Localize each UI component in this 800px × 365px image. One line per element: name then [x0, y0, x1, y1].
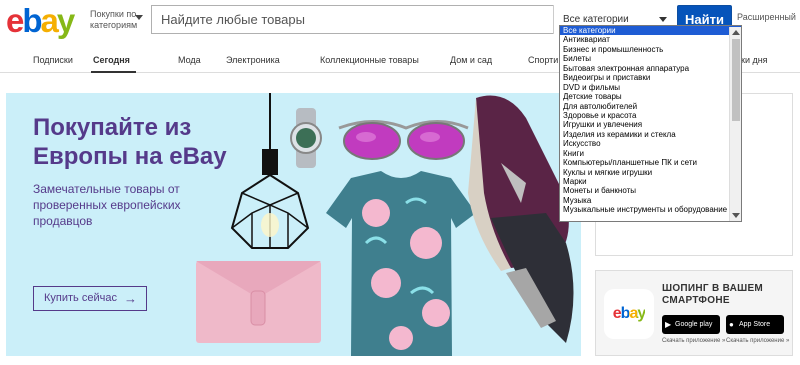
category-dropdown-list: Все категории Антиквариат Бизнес и промы…: [559, 25, 742, 222]
app-store-badge[interactable]: ● App Store: [726, 315, 784, 334]
shop-now-label: Купить сейчас: [44, 292, 117, 304]
dropdown-option[interactable]: Куклы и мягкие игрушки: [560, 168, 741, 177]
google-play-label: Google play: [675, 321, 713, 328]
search-input[interactable]: [152, 6, 552, 33]
play-icon: ▶: [665, 320, 672, 329]
dropdown-option[interactable]: Для автолюбителей: [560, 102, 741, 111]
shop-now-button[interactable]: Купить сейчас →: [33, 286, 147, 311]
nav-item-deals[interactable]: ки дня: [741, 55, 768, 65]
category-select-value: Все категории: [563, 14, 629, 25]
scrollbar-thumb[interactable]: [732, 39, 740, 121]
shop-by-category[interactable]: Покупки по категориям: [90, 9, 145, 31]
nav-item-collectibles[interactable]: Коллекционные товары: [320, 55, 419, 65]
app-store-caption[interactable]: Скачать приложение »: [726, 338, 789, 344]
dropdown-scrollbar[interactable]: [729, 27, 741, 221]
hero-banner[interactable]: Покупайте из Европы на eBay Замечательны…: [6, 93, 581, 356]
logo-letter-b: b: [22, 2, 42, 39]
dropdown-option[interactable]: Компьютеры/планшетные ПК и сети: [560, 158, 741, 167]
arrow-right-icon: →: [124, 291, 137, 306]
logo-letter-y: y: [56, 2, 75, 39]
dropdown-option[interactable]: Музыкальные инструменты и оборудование: [560, 205, 741, 214]
scroll-down-icon[interactable]: [732, 213, 740, 218]
app-promo-title: ШОПИНГ В ВАШЕМ СМАРТФОНЕ: [662, 283, 764, 306]
dropdown-option[interactable]: DVD и фильмы: [560, 83, 741, 92]
dropdown-option[interactable]: Билеты: [560, 54, 741, 63]
dropdown-option[interactable]: Бытовая электронная аппаратура: [560, 64, 741, 73]
nav-item-fashion[interactable]: Мода: [178, 55, 201, 65]
dropdown-option[interactable]: Все категории: [560, 26, 741, 36]
app-promo-banner[interactable]: ebay ШОПИНГ В ВАШЕМ СМАРТФОНЕ ▶ Google p…: [595, 270, 793, 356]
nav-item-electronics[interactable]: Электроника: [226, 55, 280, 65]
logo-letter-a: a: [40, 2, 59, 39]
google-play-caption[interactable]: Скачать приложение »: [662, 338, 725, 344]
dropdown-option[interactable]: Изделия из керамики и стекла: [560, 130, 741, 139]
chevron-down-icon: [659, 17, 667, 22]
nav-item-today[interactable]: Сегодня: [93, 55, 130, 65]
dropdown-option[interactable]: Антиквариат: [560, 35, 741, 44]
logo-letter-e: e: [6, 2, 24, 39]
apple-icon: ●: [729, 320, 734, 329]
sneakers-image: [468, 95, 574, 343]
sunglasses-image: [338, 120, 469, 160]
nav-item-home-garden[interactable]: Дом и сад: [450, 55, 492, 65]
dropdown-option[interactable]: Книги: [560, 149, 741, 158]
dropdown-option[interactable]: Игрушки и увлечения: [560, 120, 741, 129]
app-logo-text: ebay: [612, 305, 646, 322]
dropdown-option[interactable]: Видеоигры и приставки: [560, 73, 741, 82]
dropdown-option[interactable]: Монеты и банкноты: [560, 186, 741, 195]
app-store-label: App Store: [739, 321, 771, 328]
shop-by-line2: категориям: [90, 20, 138, 30]
dropdown-option[interactable]: Музыка: [560, 196, 741, 205]
nav-item-sport[interactable]: Спортив: [528, 55, 563, 65]
dropdown-option[interactable]: Искусство: [560, 139, 741, 148]
dropdown-option[interactable]: Детские товары: [560, 92, 741, 101]
dropdown-option[interactable]: Марки: [560, 177, 741, 186]
tshirt-image: [326, 171, 476, 356]
clutch-bag-image: [196, 261, 321, 343]
chevron-down-icon: [135, 15, 143, 20]
lamp-image: [230, 93, 310, 249]
nav-active-indicator: [91, 71, 136, 73]
watch-image: [290, 108, 322, 168]
advanced-search-link[interactable]: Расширенный: [737, 12, 796, 22]
ebay-app-icon: ebay: [604, 289, 654, 339]
google-play-badge[interactable]: ▶ Google play: [662, 315, 720, 334]
hero-subtitle: Замечательные товары от проверенных евро…: [33, 182, 181, 228]
dropdown-option[interactable]: Бизнес и промышленность: [560, 45, 741, 54]
ebay-logo[interactable]: ebay: [6, 4, 86, 38]
dropdown-option[interactable]: Здоровье и красота: [560, 111, 741, 120]
scroll-up-icon[interactable]: [732, 30, 740, 35]
nav-item-subscriptions[interactable]: Подписки: [33, 55, 73, 65]
hero-title: Покупайте из Европы на eBay: [33, 114, 227, 170]
